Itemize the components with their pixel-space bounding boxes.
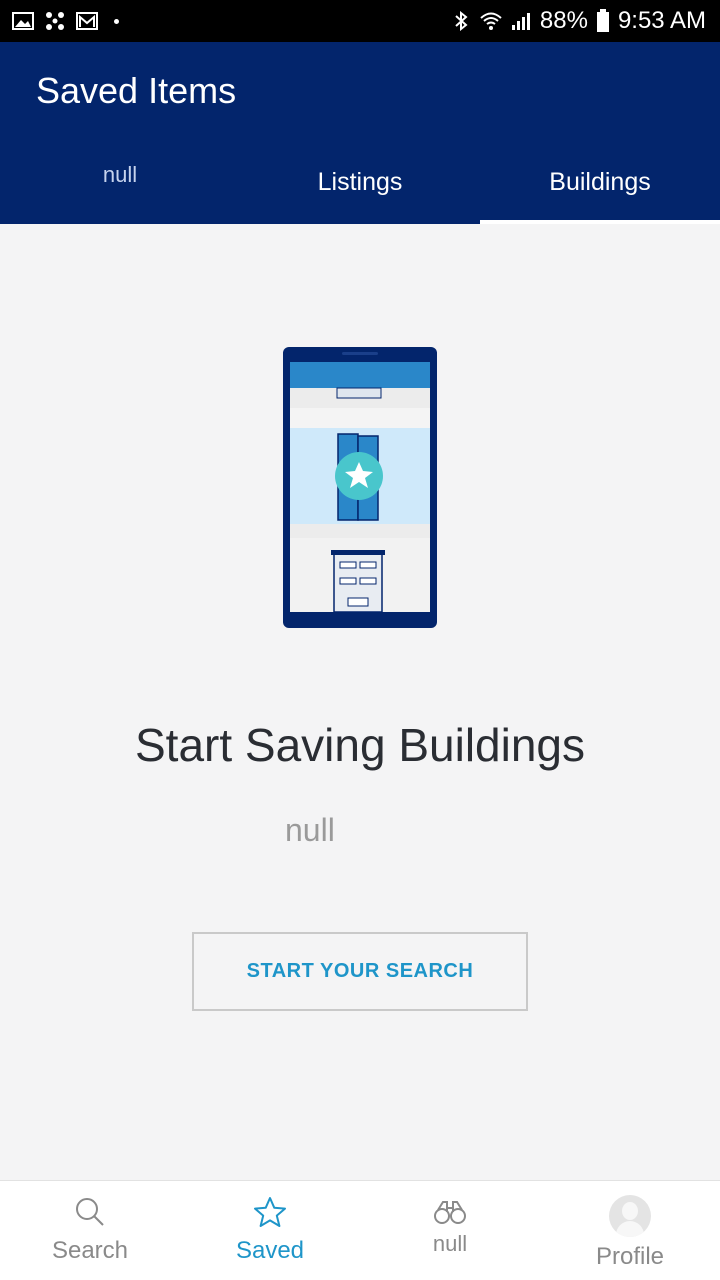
nav-profile-label: Profile: [595, 1243, 665, 1270]
nav-profile[interactable]: Profile: [540, 1181, 720, 1280]
tab-listings[interactable]: Listings: [240, 142, 480, 224]
fan-icon: [46, 12, 64, 30]
saved-buildings-illustration: [283, 347, 437, 628]
bluetooth-icon: [455, 11, 468, 31]
avatar-icon: [609, 1195, 651, 1237]
page-title: Saved Items: [36, 70, 237, 111]
nav-explore[interactable]: null: [360, 1181, 540, 1280]
nav-explore-label: null: [432, 1231, 468, 1256]
nav-search-label: Search: [51, 1237, 129, 1264]
search-icon: [76, 1198, 104, 1226]
wifi-icon: [480, 12, 502, 30]
nav-saved-label: Saved: [235, 1237, 305, 1264]
clock: 9:53 AM: [617, 7, 706, 34]
tab-buildings[interactable]: Buildings: [480, 142, 720, 224]
status-bar: 88% 9:53 AM: [0, 0, 720, 42]
app-bar: Saved Items null Listings Buildings: [0, 42, 720, 224]
battery-icon: [596, 9, 609, 32]
tab-null[interactable]: null: [0, 142, 240, 224]
signal-icon: [511, 13, 530, 30]
battery-percent: 88%: [539, 7, 588, 34]
empty-state-subtext: null: [285, 812, 335, 848]
tab-bar: null Listings Buildings: [0, 142, 720, 224]
image-icon: [12, 12, 34, 30]
nav-saved[interactable]: Saved: [180, 1181, 360, 1280]
mail-icon: [76, 12, 98, 30]
notification-dot: [114, 18, 119, 24]
nav-search[interactable]: Search: [0, 1181, 180, 1280]
star-icon: [254, 1197, 286, 1227]
binoculars-icon: [434, 1201, 466, 1224]
start-search-button[interactable]: START YOUR SEARCH: [192, 932, 528, 1011]
bottom-nav: Search Saved null Profile: [0, 1180, 720, 1280]
empty-state-headline: Start Saving Buildings: [134, 719, 586, 771]
